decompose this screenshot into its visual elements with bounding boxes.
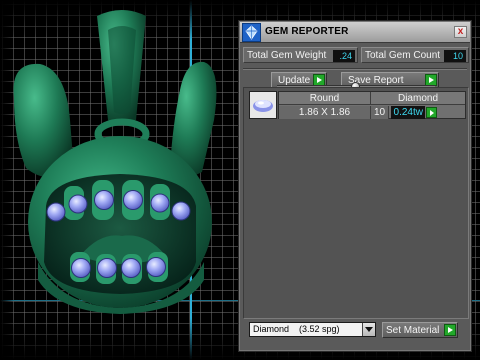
gem-reporter-app-icon: [242, 23, 261, 42]
set-material-button-label: Set Material: [386, 325, 440, 336]
material-select-spg: (3.52 spg): [299, 324, 340, 334]
material-select-name: Diamond: [253, 324, 290, 334]
gem-thumbnail: [249, 91, 277, 119]
close-button[interactable]: x: [454, 26, 467, 38]
total-gem-weight-label: Total Gem Weight: [247, 50, 327, 61]
play-icon: [444, 324, 456, 336]
gem-weight: 0.24tw: [391, 106, 425, 119]
gem-list: Round Diamond 1.86 X 1.86 10 0.24tw: [243, 87, 469, 319]
panel-title: GEM REPORTER: [265, 26, 349, 37]
set-material-button[interactable]: Set Material: [382, 322, 458, 338]
close-icon: x: [457, 26, 464, 37]
total-gem-count: Total Gem Count 10: [361, 47, 469, 63]
gem-material-header: Diamond: [371, 92, 465, 105]
total-gem-weight-value: .24: [333, 50, 355, 62]
gem-count: 10: [371, 106, 389, 119]
gem-size: 1.86 X 1.86: [279, 106, 371, 119]
chevron-down-icon[interactable]: [362, 323, 375, 336]
panel-titlebar[interactable]: GEM REPORTER x: [240, 22, 470, 43]
total-gem-count-value: 10: [444, 50, 466, 62]
gem-info-grid: Round Diamond 1.86 X 1.86 10 0.24tw: [278, 91, 466, 119]
material-select[interactable]: Diamond (3.52 spg): [249, 322, 376, 337]
play-icon[interactable]: [426, 107, 437, 118]
gem-shape-header: Round: [279, 92, 371, 105]
total-gem-weight: Total Gem Weight .24: [243, 47, 358, 63]
total-gem-count-label: Total Gem Count: [365, 50, 441, 61]
round-diamond-icon: [253, 100, 273, 112]
divider: [243, 68, 467, 70]
gem-reporter-panel: GEM REPORTER x Total Gem Weight .24 Tota…: [238, 20, 472, 352]
gem-list-row[interactable]: Round Diamond 1.86 X 1.86 10 0.24tw: [249, 91, 466, 121]
